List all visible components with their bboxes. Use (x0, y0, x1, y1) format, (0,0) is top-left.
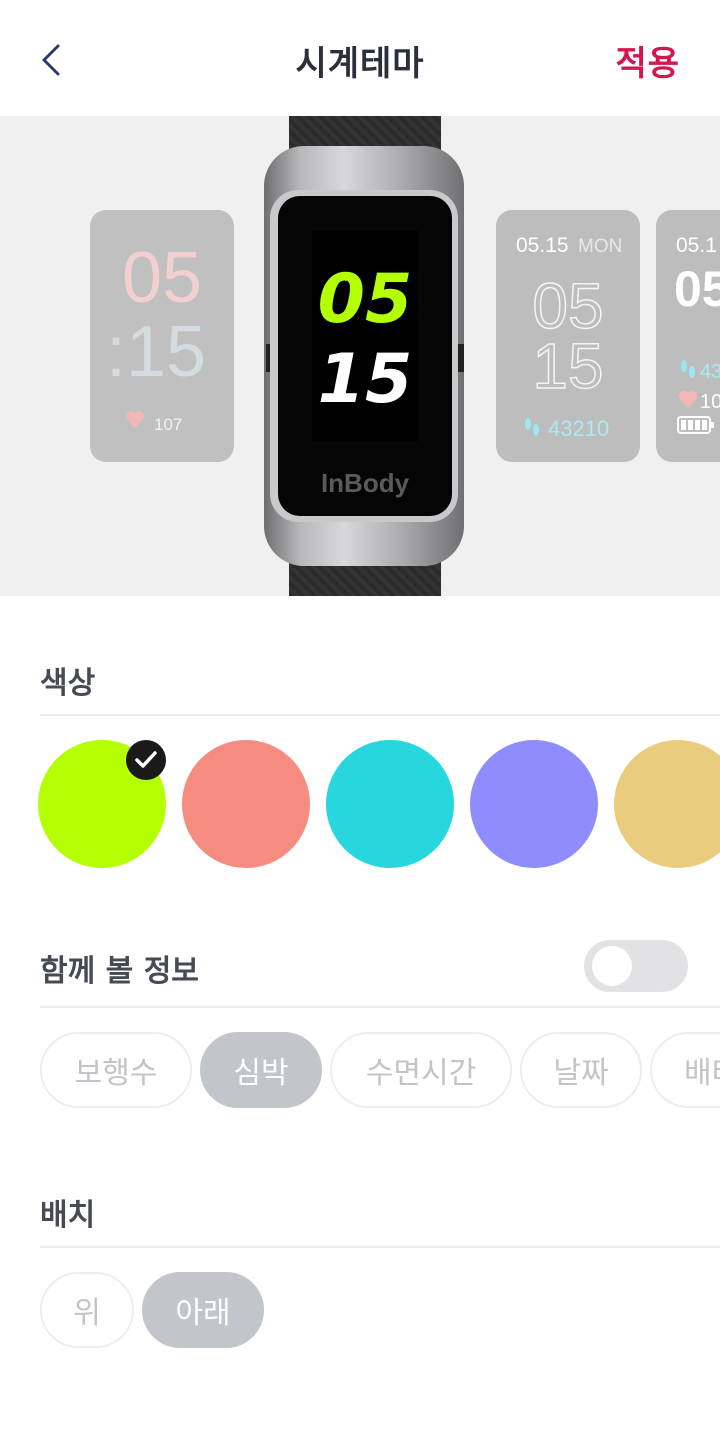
color-swatch-4[interactable] (470, 740, 598, 868)
app-header: 시계테마 적용 (0, 0, 720, 116)
watch-brand-logo: InBody (321, 468, 410, 498)
watch-face: 05 15 InBody (312, 230, 418, 498)
color-swatch-5[interactable] (614, 740, 720, 868)
watch-hour: 05 (318, 260, 413, 339)
battery-icon (677, 416, 714, 434)
theme-r1-date: 05.15 (516, 234, 569, 257)
toggle-knob (592, 946, 632, 986)
info-section-divider (40, 1006, 720, 1008)
heart-icon (679, 391, 697, 408)
chip-battery[interactable]: 배터 (650, 1032, 720, 1108)
page-title: 시계테마 (295, 44, 425, 84)
info-toggle[interactable] (584, 940, 688, 992)
theme-card-left[interactable]: 05 :15 107 (90, 210, 234, 462)
theme-r2-heart-rate: 10 (700, 391, 720, 413)
color-swatch-3[interactable] (326, 740, 454, 868)
color-swatch-2[interactable] (182, 740, 310, 868)
chip-heart-rate[interactable]: 심박 (200, 1032, 322, 1108)
info-section-label: 함께 볼 정보 (40, 954, 199, 989)
selected-check-badge (126, 740, 166, 780)
heart-icon (126, 411, 144, 428)
watch-screen: 05 15 InBody (278, 196, 452, 516)
theme-card-right-2[interactable]: 05.1 05 43 10 (656, 210, 720, 462)
color-section-divider (40, 714, 720, 716)
chip-sleep-time[interactable]: 수면시간 (330, 1032, 512, 1108)
theme-r1-day: MON (578, 236, 622, 257)
theme-left-minute: :15 (106, 312, 206, 392)
footsteps-icon (525, 418, 539, 436)
watch-theme-preview: 05 :15 107 05.15 MON 05 15 43210 05.1 05 (0, 116, 720, 596)
apply-button[interactable]: 적용 (615, 36, 680, 85)
check-icon (135, 751, 157, 768)
theme-r2-date: 05.1 (676, 234, 717, 257)
theme-left-heart-rate: 107 (154, 415, 182, 434)
theme-r2-steps: 43 (700, 361, 720, 383)
chip-date[interactable]: 날짜 (520, 1032, 642, 1108)
layout-option-bottom[interactable]: 아래 (142, 1272, 264, 1348)
theme-r1-steps: 43210 (548, 416, 609, 441)
chip-steps[interactable]: 보행수 (40, 1032, 192, 1108)
footsteps-icon (681, 360, 695, 378)
theme-left-face: 05 :15 107 (106, 238, 206, 434)
theme-left-hour: 05 (122, 238, 202, 318)
layout-option-top[interactable]: 위 (40, 1272, 134, 1348)
layout-section-label: 배치 (40, 1198, 96, 1233)
color-section-label: 색상 (40, 666, 96, 701)
theme-r2-face: 05.1 05 43 10 (674, 234, 720, 434)
layout-section-divider (40, 1246, 720, 1248)
theme-r2-hour: 05 (674, 261, 720, 317)
watch-minute: 15 (318, 340, 413, 419)
theme-card-right-1[interactable]: 05.15 MON 05 15 43210 (496, 210, 640, 462)
theme-r1-face: 05.15 MON 05 15 43210 (516, 234, 622, 441)
theme-r1-minute: 15 (532, 330, 603, 402)
